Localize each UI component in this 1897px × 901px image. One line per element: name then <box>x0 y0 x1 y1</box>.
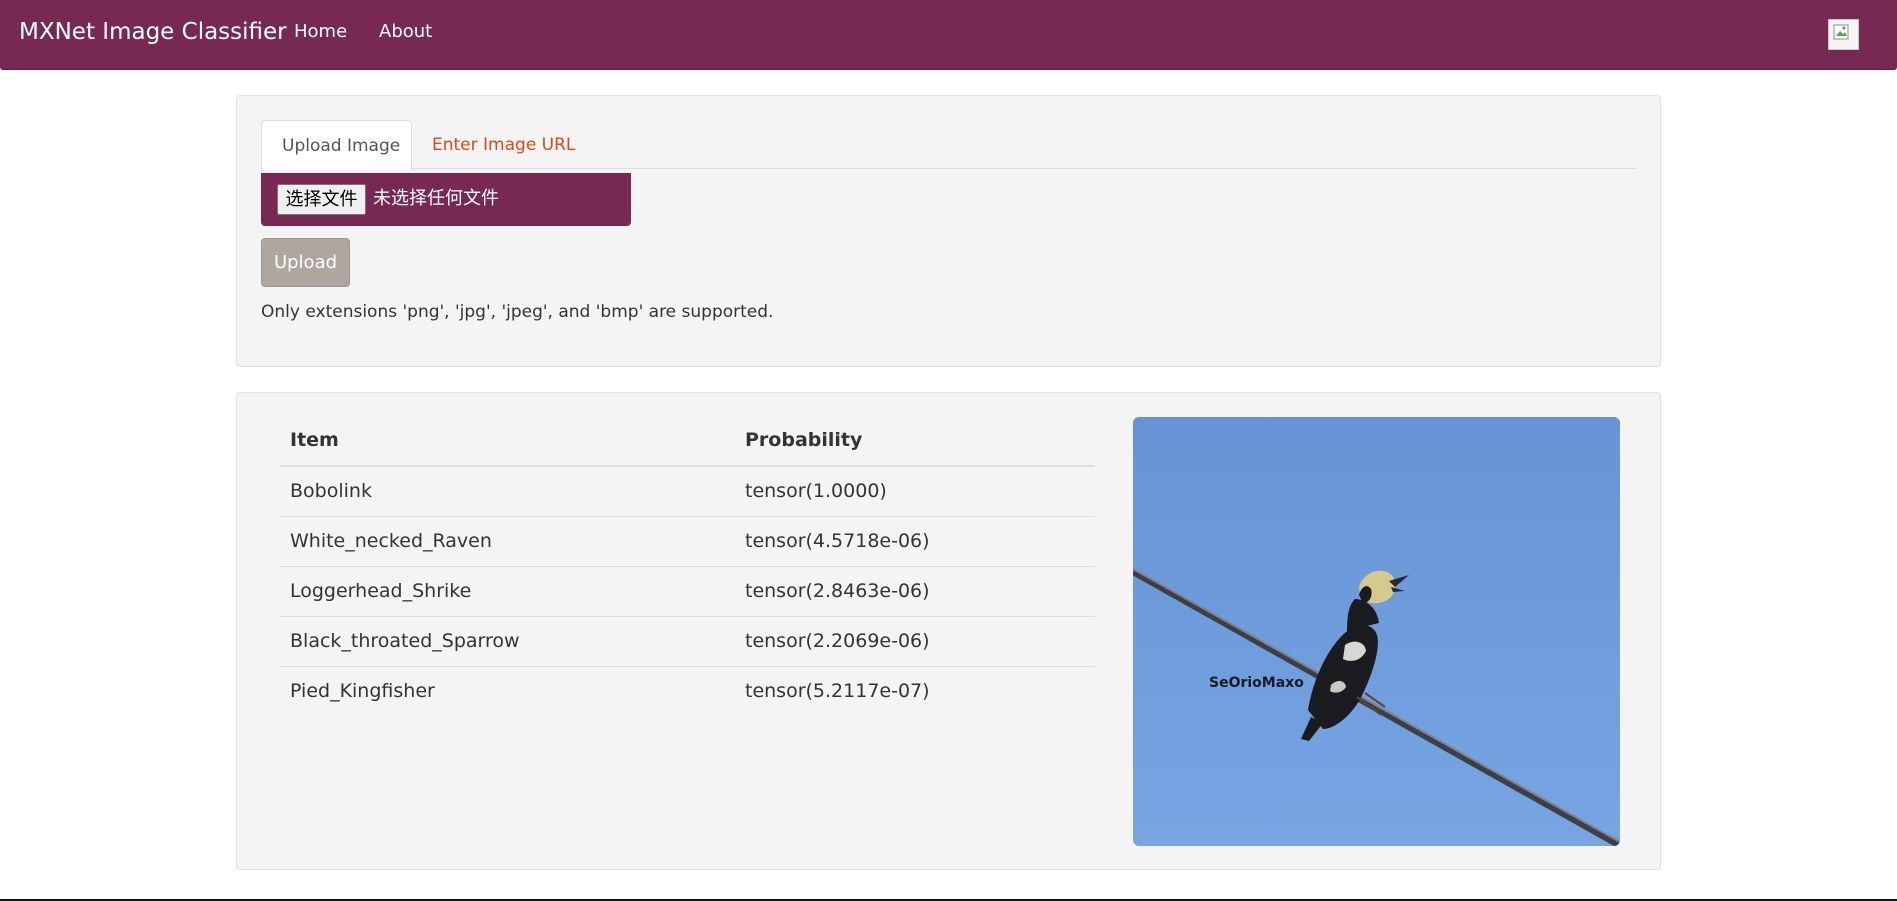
probability-cell: tensor(5.2117e-07) <box>735 665 1095 716</box>
choose-file-button[interactable]: 选择文件 <box>277 184 366 215</box>
avatar[interactable] <box>1828 19 1859 50</box>
predictions-table: Item Probability Bobolink tensor(1.0000)… <box>280 415 1095 716</box>
table-row: Black_throated_Sparrow tensor(2.2069e-06… <box>280 615 1095 666</box>
table-row: Loggerhead_Shrike tensor(2.8463e-06) <box>280 565 1095 616</box>
item-cell: White_necked_Raven <box>280 515 735 566</box>
tab-enter-image-url[interactable]: Enter Image URL <box>412 120 595 170</box>
probability-cell: tensor(2.8463e-06) <box>735 565 1095 616</box>
image-watermark: SeOrioMaxo <box>1209 675 1304 691</box>
file-input-group: 选择文件 未选择任何文件 <box>261 173 631 226</box>
upload-tabs: Upload Image Enter Image URL <box>261 120 1637 170</box>
top-navbar: MXNet Image Classifier Home About <box>0 0 1897 70</box>
supported-extensions-hint: Only extensions 'png', 'jpg', 'jpeg', an… <box>261 302 774 322</box>
probability-cell: tensor(1.0000) <box>745 480 887 503</box>
item-cell: Black_throated_Sparrow <box>280 615 735 666</box>
broken-image-icon <box>1833 24 1849 40</box>
upload-panel: Upload Image Enter Image URL 选择文件 未选择任何文… <box>236 95 1661 367</box>
uploaded-image-preview: SeOrioMaxo <box>1133 417 1620 846</box>
tab-upload-image[interactable]: Upload Image <box>261 120 412 170</box>
bird-on-wire-image: SeOrioMaxo <box>1133 417 1620 846</box>
table-row: Pied_Kingfisher tensor(5.2117e-07) <box>280 665 1095 716</box>
probability-cell: tensor(2.2069e-06) <box>735 615 1095 666</box>
file-status-text: 未选择任何文件 <box>373 188 499 209</box>
table-header-row: Item Probability <box>280 415 1095 467</box>
item-cell: Pied_Kingfisher <box>280 665 735 716</box>
results-panel: Item Probability Bobolink tensor(1.0000)… <box>236 392 1661 870</box>
column-header-item: Item <box>280 415 735 467</box>
item-cell: Loggerhead_Shrike <box>280 565 735 616</box>
nav-link-about[interactable]: About <box>379 21 432 43</box>
probability-cell: tensor(4.5718e-06) <box>735 515 1095 566</box>
table-row: Bobolink tensor(1.0000) <box>280 466 1095 516</box>
table-row: White_necked_Raven tensor(4.5718e-06) <box>280 515 1095 566</box>
column-header-probability: Probability <box>735 415 1095 467</box>
upload-button[interactable]: Upload <box>261 238 350 287</box>
navbar-brand[interactable]: MXNet Image Classifier <box>19 18 287 46</box>
nav-link-home[interactable]: Home <box>294 21 347 43</box>
item-cell: Bobolink <box>290 480 372 503</box>
